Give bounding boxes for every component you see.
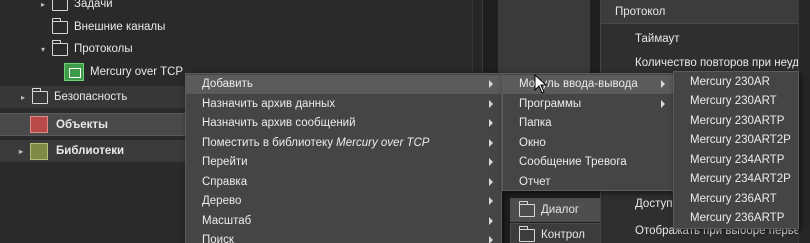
menu-item-programs[interactable]: Программы	[503, 94, 673, 114]
menu-item-label: Перейти	[202, 156, 248, 169]
folder-icon	[52, 17, 68, 34]
menu-item-add[interactable]: Добавить	[186, 74, 501, 95]
menu-item-help[interactable]: Справка	[186, 172, 501, 192]
expand-arrow-icon[interactable]: ▸	[38, 0, 48, 9]
menu-item-label: Программы	[519, 97, 582, 110]
menu-item-folder[interactable]: Папка	[503, 114, 673, 134]
tree-item-tasks[interactable]: ▸ Задачи	[0, 0, 472, 15]
menu-item-tree[interactable]: Дерево	[186, 192, 501, 212]
menu-item-label: Mercury 234ARTP	[690, 153, 785, 166]
menu-item-label-object: Mercury over TCP	[336, 136, 430, 149]
menu-item-window[interactable]: Окно	[503, 133, 673, 153]
menu-item-go-to[interactable]: Перейти	[186, 153, 501, 173]
palette-item-dialog[interactable]: Диалог	[510, 198, 602, 222]
menu-item-assign-data-archive[interactable]: Назначить архив данных	[186, 94, 501, 114]
menu-item-module[interactable]: Mercury 234ARTP	[674, 150, 798, 170]
mouse-cursor-icon	[534, 74, 548, 94]
palette-item-control[interactable]: Контрол	[510, 223, 602, 243]
menu-item-label: Добавить	[202, 78, 253, 91]
submenu-arrow-icon	[489, 153, 493, 173]
context-menu: Добавить Назначить архив данных Назначит…	[185, 73, 502, 243]
menu-item-label: Mercury 236ARTP	[690, 212, 785, 225]
palette-item-label: Контрол	[541, 229, 585, 241]
protocol-icon	[64, 63, 84, 81]
menu-item-label: Mercury 230AR	[690, 75, 770, 88]
submenu-arrow-icon	[489, 94, 493, 114]
submenu-arrow-icon	[489, 231, 493, 243]
menu-item-label: Отчет	[519, 175, 551, 188]
menu-item-place-in-library[interactable]: Поместить в библиотеку Mercury over TCP	[186, 133, 501, 153]
libraries-icon	[30, 142, 48, 160]
folder-icon	[519, 225, 535, 242]
tree-item-label: Протоколы	[74, 43, 133, 55]
menu-item-module[interactable]: Mercury 236ART	[674, 189, 798, 209]
tree-item-external-channels[interactable]: Внешние каналы	[0, 16, 472, 38]
menu-item-module[interactable]: Mercury 230ART	[674, 92, 798, 112]
collapse-arrow-icon[interactable]: ▾	[38, 45, 48, 54]
submenu-arrow-icon	[489, 211, 493, 231]
menu-item-label: Поместить в библиотеку	[202, 136, 337, 149]
property-label: Количество повторов при неудач	[635, 57, 801, 69]
tree-item-label: Задачи	[74, 0, 113, 10]
menu-item-io-module[interactable]: Модуль ввода-вывода	[503, 74, 673, 95]
property-label: Доступ	[635, 198, 673, 210]
objects-icon	[30, 116, 48, 133]
menu-item-alarm-message[interactable]: Сообщение Тревога	[503, 153, 673, 173]
submenu-arrow-icon	[661, 94, 665, 114]
tree-item-label: Внешние каналы	[74, 21, 166, 33]
menu-item-label: Окно	[519, 136, 546, 149]
expand-arrow-icon[interactable]: ▸	[16, 147, 26, 156]
submenu-arrow-icon	[489, 114, 493, 134]
add-submenu: Модуль ввода-вывода Программы Папка Окно…	[502, 73, 674, 191]
middle-panel-header	[498, 0, 590, 74]
tree-item-label: Mercury over TCP	[90, 66, 184, 78]
menu-item-module[interactable]: Mercury 230AR	[674, 72, 798, 92]
submenu-arrow-icon	[489, 172, 493, 192]
menu-item-assign-message-archive[interactable]: Назначить архив сообщений	[186, 114, 501, 134]
menu-item-label: Папка	[519, 117, 552, 130]
menu-item-label: Поиск	[202, 234, 234, 243]
objects-label: Объекты	[56, 118, 108, 131]
io-module-submenu: Mercury 230AR Mercury 230ART Mercury 230…	[673, 71, 799, 229]
folder-icon	[52, 0, 68, 11]
properties-header: Протокол	[601, 0, 810, 24]
properties-title: Протокол	[615, 5, 666, 18]
menu-item-label: Дерево	[202, 195, 242, 208]
menu-item-label: Назначить архив сообщений	[202, 117, 356, 130]
libraries-label: Библиотеки	[56, 145, 125, 157]
folder-icon	[519, 200, 535, 217]
menu-item-label: Назначить архив данных	[202, 97, 336, 110]
menu-item-module[interactable]: Mercury 230ARTP	[674, 111, 798, 131]
menu-item-label: Масштаб	[202, 214, 252, 227]
menu-item-label: Mercury 230ART	[690, 95, 777, 108]
tree-item-label: Безопасность	[54, 91, 128, 103]
menu-item-module[interactable]: Mercury 236ARTP	[674, 209, 798, 229]
properties-scrollbar[interactable]	[798, 0, 810, 243]
folder-icon	[52, 39, 68, 56]
menu-item-label: Mercury 234ART2P	[690, 173, 791, 186]
menu-item-report[interactable]: Отчет	[503, 172, 673, 192]
palette-item-label: Диалог	[541, 204, 580, 216]
menu-item-module[interactable]: Mercury 230ART2P	[674, 131, 798, 151]
expand-arrow-icon[interactable]: ▸	[18, 93, 28, 102]
menu-item-label: Mercury 230ARTP	[690, 114, 785, 127]
menu-item-label: Mercury 236ART	[690, 192, 777, 205]
menu-item-zoom[interactable]: Масштаб	[186, 211, 501, 231]
menu-item-label: Mercury 230ART2P	[690, 134, 791, 147]
menu-item-search[interactable]: Поиск	[186, 231, 501, 243]
menu-item-label: Справка	[202, 175, 248, 188]
property-row-timeout[interactable]: Таймаут	[601, 27, 801, 51]
submenu-arrow-icon	[489, 192, 493, 212]
submenu-arrow-icon	[489, 75, 493, 95]
property-label: Таймаут	[635, 33, 680, 45]
submenu-arrow-icon	[489, 133, 493, 153]
submenu-arrow-icon	[661, 75, 665, 95]
tree-item-protocols[interactable]: ▾ Протоколы	[0, 38, 472, 60]
menu-item-module[interactable]: Mercury 234ART2P	[674, 170, 798, 190]
folder-icon	[32, 87, 48, 104]
menu-item-label: Сообщение Тревога	[519, 156, 627, 169]
